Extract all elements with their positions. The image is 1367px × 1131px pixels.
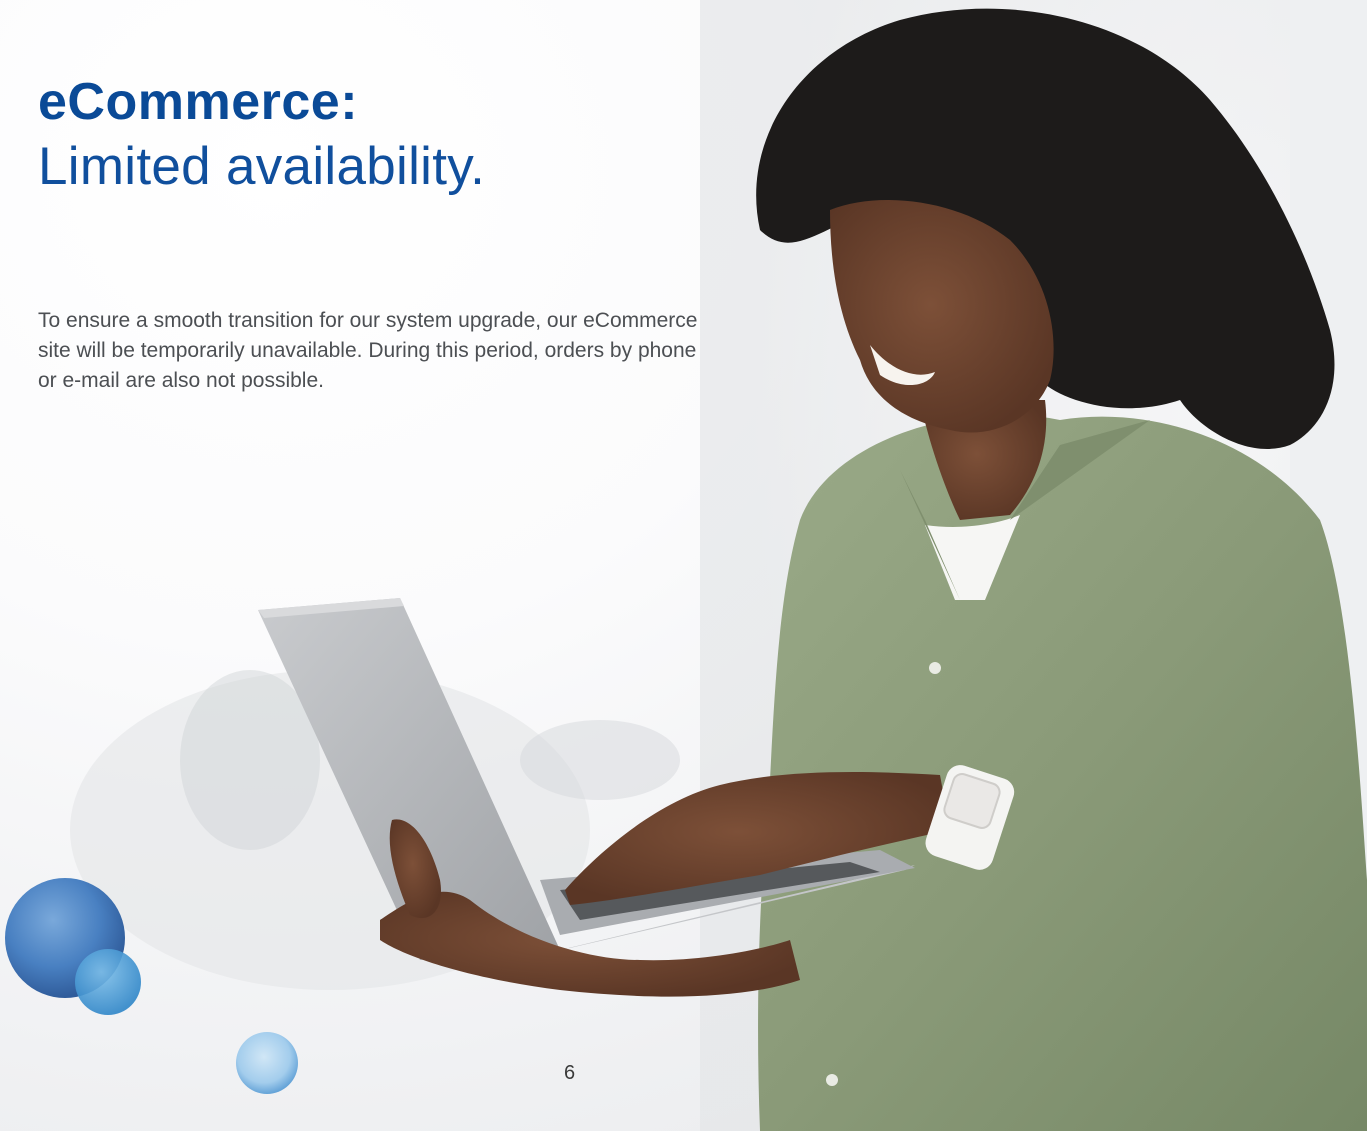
- body-paragraph: To ensure a smooth transition for our sy…: [38, 309, 698, 392]
- heading-light: Limited availability.: [38, 137, 486, 196]
- brochure-page: eCommerce: Limited availability. To ensu…: [0, 0, 1367, 1131]
- page-number: 6: [564, 1062, 576, 1084]
- heading-bold: eCommerce:: [38, 73, 359, 131]
- page-heading: eCommerce: Limited availability.: [38, 70, 485, 200]
